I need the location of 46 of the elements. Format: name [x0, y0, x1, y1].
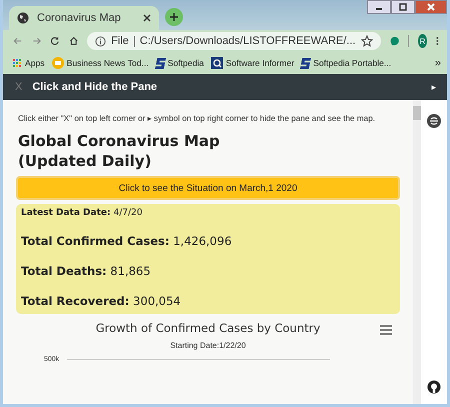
maximize-icon	[398, 2, 408, 12]
reload-icon[interactable]	[50, 34, 60, 48]
close-icon	[426, 2, 436, 12]
stat-text: Total Recovered: 300,054	[21, 294, 182, 308]
scrollbar[interactable]	[413, 100, 421, 404]
info-icon	[95, 36, 106, 46]
chart-subtitle: Starting Date:1/22/20	[169, 341, 247, 350]
menu-icon[interactable]	[380, 325, 392, 335]
close-button[interactable]	[415, 0, 447, 14]
situation-button[interactable]: Click to see the Situation on March,1 2020	[16, 176, 400, 200]
star-icon[interactable]	[360, 35, 373, 47]
bookmark-item[interactable]: Business News Tod...	[52, 57, 149, 69]
bookmark-item[interactable]: Softpedia Portable...	[301, 58, 392, 68]
toggle-pane-button[interactable]: ▸	[432, 82, 436, 92]
magnifier-icon	[210, 57, 223, 69]
grid-icon	[13, 58, 22, 68]
address-bar[interactable]: File C:/Users/Downloads/LISTOFFREEWARE/...	[87, 32, 381, 50]
bookmark-item[interactable]: Software Informer	[210, 57, 294, 69]
plus-icon	[169, 12, 179, 22]
stat-text: Latest Data Date: 4/7/20	[21, 208, 144, 218]
logo-icon[interactable]	[427, 114, 441, 128]
pane-title: Click and Hide the Pane	[32, 81, 158, 93]
home-icon[interactable]	[68, 34, 78, 48]
chart-title: Growth of Confirmed Cases by Country	[96, 321, 320, 335]
minimize-button[interactable]	[367, 0, 391, 14]
more-bookmarks-button[interactable]: »	[434, 57, 441, 69]
bookmark-item[interactable]: Softpedia	[156, 58, 204, 68]
close-icon[interactable]	[143, 14, 151, 22]
globe-icon	[17, 12, 29, 24]
letter-s-icon	[300, 58, 312, 68]
letter-s-icon	[154, 58, 166, 68]
calendar-icon	[52, 57, 64, 69]
tab-title: Coronavirus Map	[37, 12, 121, 24]
hint-text: Click either "X" on top left corner or ▸ symbol on top right corner to hide the pane and see the map.	[18, 113, 376, 123]
scheme-label: File	[111, 35, 129, 47]
new-tab-button[interactable]	[165, 8, 183, 26]
url-text: C:/Users/Downloads/LISTOFFREEWARE/...	[140, 35, 356, 47]
menu-icon[interactable]	[436, 34, 439, 48]
bookmark-item[interactable]: Apps	[13, 58, 45, 68]
page-heading: Global Coronavirus Map (Updated Daily)	[18, 131, 221, 171]
extension-icon[interactable]	[390, 34, 400, 48]
profile-avatar[interactable]: R	[418, 34, 428, 48]
browser-tab[interactable]: Coronavirus Map	[9, 6, 159, 30]
stat-text: Total Deaths: 81,865	[21, 264, 152, 278]
maximize-button[interactable]	[391, 0, 415, 14]
stat-text: Total Confirmed Cases: 1,426,096	[21, 234, 233, 248]
